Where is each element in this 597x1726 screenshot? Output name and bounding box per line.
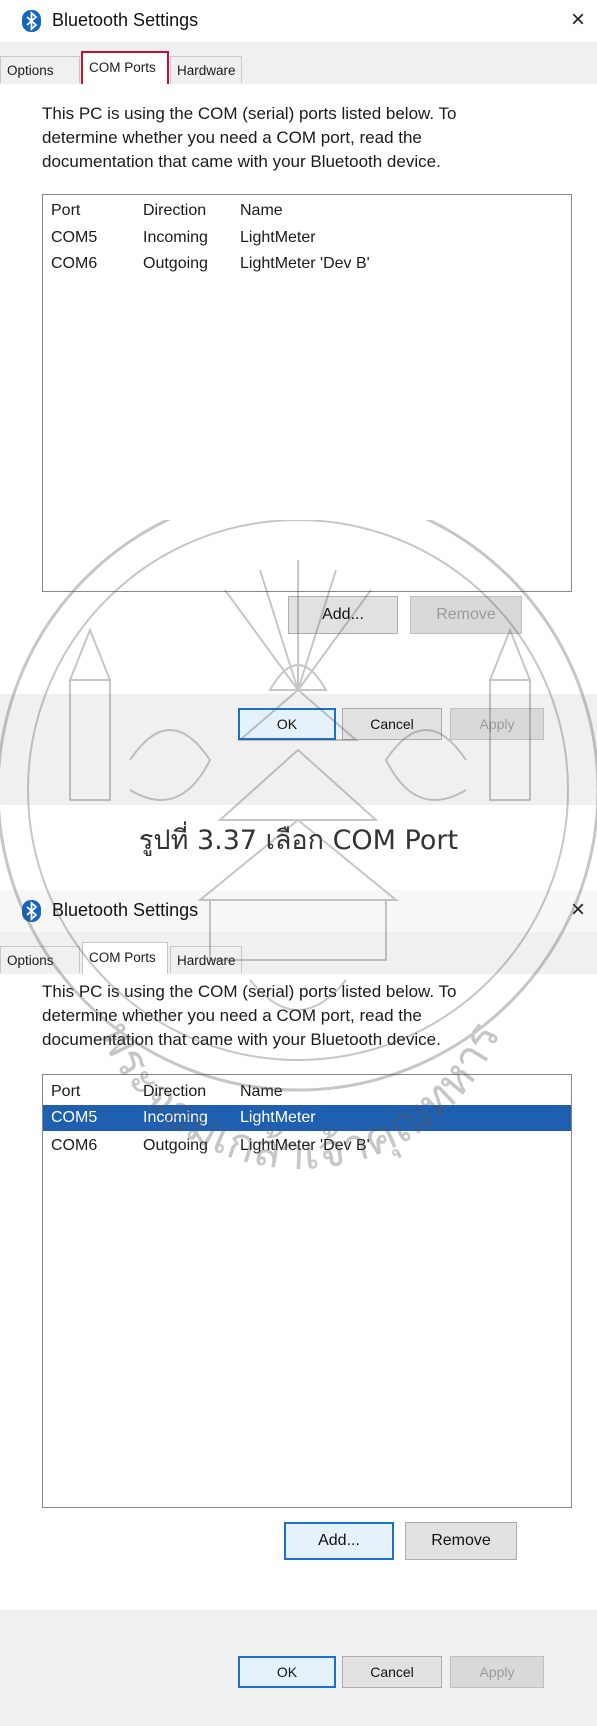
tab-bar: Options COM Ports Hardware [0, 940, 597, 975]
column-name: Name [240, 202, 283, 219]
apply-button[interactable]: Apply [450, 1656, 544, 1688]
cancel-button[interactable]: Cancel [342, 1656, 442, 1688]
port-cell: COM5 [51, 1109, 98, 1126]
bluetooth-settings-dialog-1: Bluetooth Settings × Options COM Ports H… [0, 0, 597, 805]
list-header: Port Direction Name [43, 198, 571, 224]
add-button[interactable]: Add... [288, 596, 398, 634]
column-direction: Direction [143, 202, 207, 219]
list-item-selected[interactable]: COM5 Incoming LightMeter [43, 1105, 571, 1131]
name-cell: LightMeter [240, 229, 316, 246]
column-name: Name [240, 1083, 283, 1100]
apply-button[interactable]: Apply [450, 708, 544, 740]
direction-cell: Incoming [143, 229, 208, 246]
description-text: This PC is using the COM (serial) ports … [42, 104, 457, 171]
bluetooth-icon [22, 900, 41, 922]
column-direction: Direction [143, 1083, 207, 1100]
ok-button[interactable]: OK [238, 708, 336, 740]
direction-cell: Outgoing [143, 255, 208, 272]
remove-button[interactable]: Remove [405, 1522, 517, 1560]
list-item[interactable]: COM6 Outgoing LightMeter 'Dev B' [43, 251, 571, 277]
name-cell: LightMeter 'Dev B' [240, 255, 370, 272]
ok-button[interactable]: OK [238, 1656, 336, 1688]
tab-com-ports[interactable]: COM Ports [82, 942, 168, 975]
port-cell: COM6 [51, 255, 98, 272]
close-icon[interactable]: × [565, 7, 591, 33]
close-icon[interactable]: × [565, 897, 591, 923]
com-port-list[interactable]: Port Direction Name COM5 Incoming LightM… [42, 1074, 572, 1508]
title-bar: Bluetooth Settings × [0, 0, 597, 42]
bluetooth-icon [22, 10, 41, 32]
name-cell: LightMeter 'Dev B' [240, 1137, 370, 1154]
list-item[interactable]: COM6 Outgoing LightMeter 'Dev B' [43, 1133, 571, 1159]
window-title: Bluetooth Settings [52, 10, 199, 30]
column-port: Port [51, 202, 81, 219]
tab-options[interactable]: Options [0, 56, 80, 83]
port-cell: COM5 [51, 229, 98, 246]
tab-content: This PC is using the COM (serial) ports … [0, 974, 597, 1610]
tab-com-ports[interactable]: COM Ports [81, 51, 169, 86]
port-cell: COM6 [51, 1137, 98, 1154]
remove-button[interactable]: Remove [410, 596, 522, 634]
list-item[interactable]: COM5 Incoming LightMeter [43, 225, 571, 251]
figure-caption: รูปที่ 3.37 เลือก COM Port [138, 825, 459, 856]
window-title: Bluetooth Settings [52, 900, 199, 920]
name-cell: LightMeter [240, 1109, 316, 1126]
direction-cell: Outgoing [143, 1137, 208, 1154]
tab-hardware[interactable]: Hardware [170, 946, 242, 973]
tab-options[interactable]: Options [0, 946, 80, 973]
tab-content: This PC is using the COM (serial) ports … [0, 84, 597, 694]
direction-cell: Incoming [143, 1109, 208, 1126]
list-header: Port Direction Name [43, 1079, 571, 1105]
com-port-list[interactable]: Port Direction Name COM5 Incoming LightM… [42, 194, 572, 592]
cancel-button[interactable]: Cancel [342, 708, 442, 740]
description-text: This PC is using the COM (serial) ports … [42, 982, 457, 1049]
tab-hardware[interactable]: Hardware [170, 56, 242, 83]
tab-bar: Options COM Ports Hardware [0, 50, 597, 86]
column-port: Port [51, 1083, 81, 1100]
add-button[interactable]: Add... [284, 1522, 394, 1560]
bluetooth-settings-dialog-2: Bluetooth Settings × Options COM Ports H… [0, 890, 597, 1726]
title-bar: Bluetooth Settings × [0, 890, 597, 932]
